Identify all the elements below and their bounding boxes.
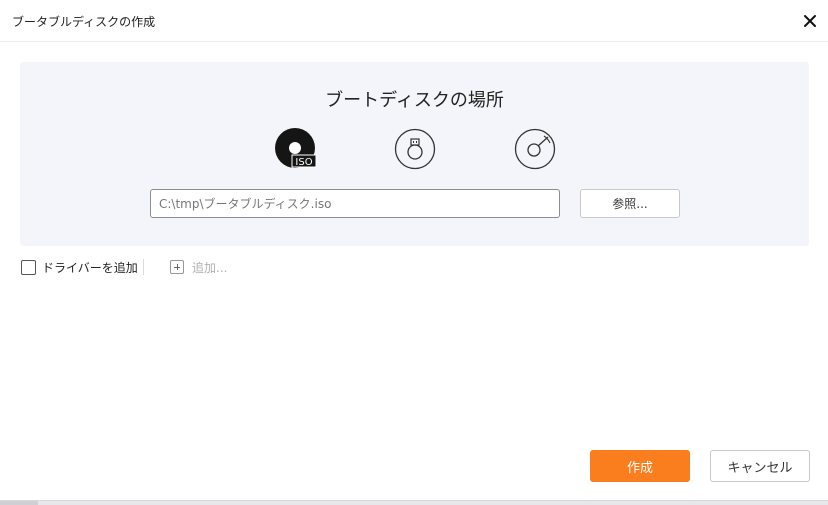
create-button[interactable]: 作成 (590, 450, 690, 482)
cancel-button[interactable]: キャンセル (710, 450, 810, 482)
usb-target-option[interactable] (394, 128, 438, 172)
add-driver-button[interactable]: 追加... (170, 258, 227, 276)
add-drivers-option[interactable]: ドライバーを追加 (21, 258, 138, 276)
cd-target-option[interactable] (514, 128, 558, 172)
plus-icon (170, 260, 184, 274)
cd-disc-icon (514, 128, 556, 170)
divider (143, 259, 144, 275)
browse-button[interactable]: 参照... (580, 189, 680, 218)
boot-location-heading: ブートディスクの場所 (325, 90, 504, 111)
title-bar: ブータブルディスクの作成 (0, 0, 828, 42)
boot-location-panel: ブートディスクの場所 ISO C:\tmp\ブータブルディスク.iso 参照..… (20, 62, 809, 246)
add-drivers-checkbox[interactable] (21, 259, 36, 275)
iso-target-option[interactable]: ISO (275, 128, 319, 172)
window-title: ブータブルディスクの作成 (12, 15, 156, 29)
close-button[interactable] (800, 11, 820, 31)
window-bottom-strip (0, 501, 38, 505)
add-driver-label: 追加... (192, 260, 228, 275)
iso-badge-label: ISO (295, 157, 312, 168)
create-bootable-disk-dialog: ブータブルディスクの作成 ブートディスクの場所 ISO C:\tmp\ブータブル… (0, 0, 828, 501)
iso-path-input[interactable] (150, 189, 560, 218)
iso-disc-icon: ISO (275, 128, 317, 168)
usb-drive-icon (394, 128, 436, 170)
close-icon (804, 15, 816, 27)
add-drivers-label: ドライバーを追加 (42, 260, 138, 275)
